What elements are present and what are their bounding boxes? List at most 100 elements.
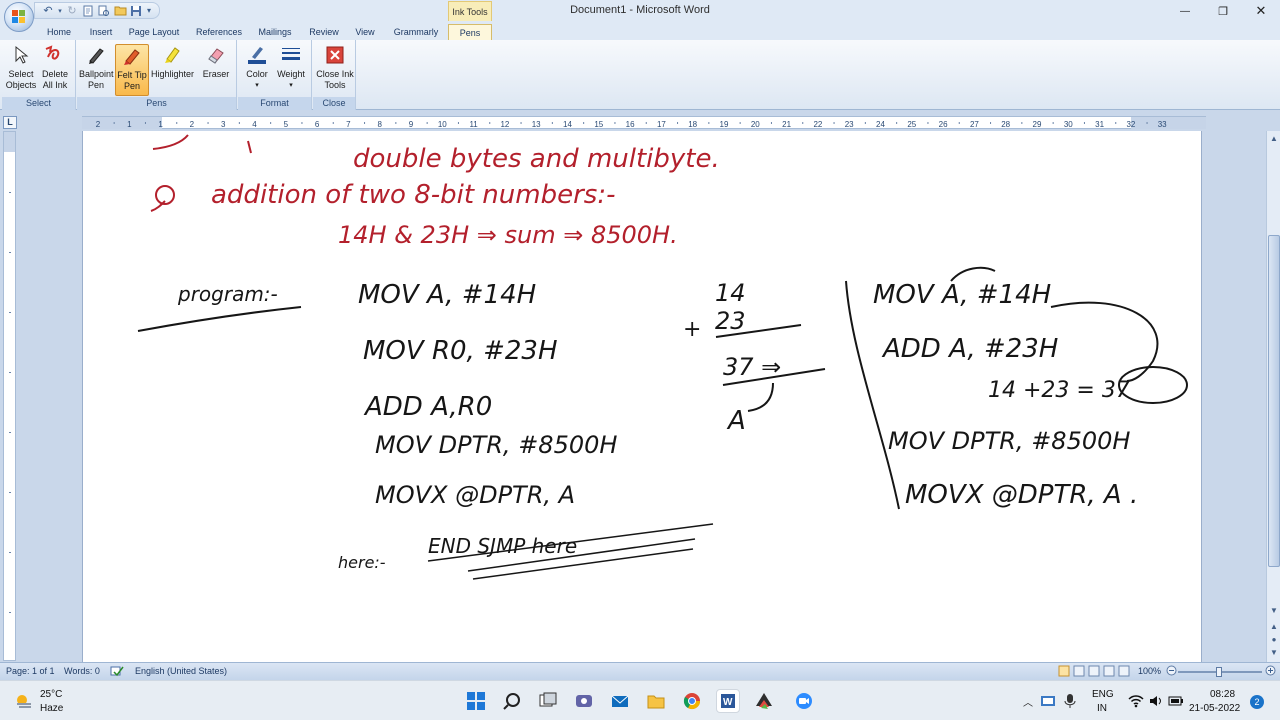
weather-description[interactable]: Haze <box>40 703 63 714</box>
close-button[interactable]: ✕ <box>1242 0 1280 22</box>
next-page-icon[interactable]: ▼ <box>1268 647 1280 659</box>
ruler-tick-mark <box>1052 122 1054 124</box>
close-ink-tools-button[interactable]: Close Ink Tools <box>315 44 355 96</box>
outline-view-icon[interactable] <box>1103 665 1115 677</box>
clock-date[interactable]: 21-05-2022 <box>1189 703 1240 714</box>
group-format: Color ▾ Weight ▾ Format <box>238 40 312 110</box>
ruler-tick-label: 23 <box>845 120 854 129</box>
teams-chat-icon[interactable] <box>572 689 596 713</box>
ink-sum-plus: + <box>683 317 701 342</box>
undo-icon[interactable]: ↶ <box>41 4 55 18</box>
notification-badge[interactable]: 2 <box>1250 695 1264 709</box>
new-document-icon[interactable] <box>81 4 95 18</box>
language-indicator[interactable]: English (United States) <box>135 666 227 676</box>
start-windows-icon[interactable] <box>464 689 488 713</box>
task-view-icon[interactable] <box>536 689 560 713</box>
input-language-line1[interactable]: ENG <box>1092 689 1114 700</box>
zoom-level[interactable]: 100% <box>1138 666 1161 676</box>
group-pens: Ballpoint Pen Felt Tip Pen Highlighter E… <box>77 40 237 110</box>
tab-mailings[interactable]: Mailings <box>254 24 296 40</box>
vertical-scrollbar[interactable]: ▲ ▼ ▲ ● ▼ <box>1266 131 1280 662</box>
felt-tip-pen-button[interactable]: Felt Tip Pen <box>115 44 149 96</box>
tab-review[interactable]: Review <box>306 24 342 40</box>
zoom-slider[interactable] <box>1178 667 1262 677</box>
page-count[interactable]: Page: 1 of 1 <box>6 666 55 676</box>
ruler-tick-mark <box>739 122 741 124</box>
redo-icon[interactable]: ↻ <box>65 4 79 18</box>
ballpoint-pen-button[interactable]: Ballpoint Pen <box>79 44 114 96</box>
tab-page-layout[interactable]: Page Layout <box>126 24 182 40</box>
ballpoint-pen-icon <box>84 44 108 66</box>
tab-home[interactable]: Home <box>42 24 76 40</box>
file-explorer-icon[interactable] <box>644 689 668 713</box>
tab-grammarly[interactable]: Grammarly <box>390 24 442 40</box>
zoom-slider-knob[interactable] <box>1216 667 1222 677</box>
battery-icon[interactable] <box>1164 689 1188 713</box>
ruler-tick-label: 25 <box>907 120 916 129</box>
weather-temperature[interactable]: 25°C <box>40 689 62 700</box>
document-area[interactable]: double bytes and multibyte. addition of … <box>18 131 1266 662</box>
restore-button[interactable]: ❐ <box>1204 0 1242 22</box>
undo-dropdown-icon[interactable]: ▾ <box>57 4 63 18</box>
ruler-tick-label: 21 <box>782 120 791 129</box>
word-taskbar-icon[interactable]: W <box>716 689 740 713</box>
full-screen-reading-view-icon[interactable] <box>1073 665 1085 677</box>
minimize-button[interactable]: — <box>1166 0 1204 22</box>
ruler-tick-mark <box>990 122 992 124</box>
proofing-icon[interactable] <box>110 665 124 679</box>
zoom-in-icon[interactable] <box>1265 665 1276 678</box>
zoom-app-icon[interactable] <box>792 689 816 713</box>
print-preview-icon[interactable] <box>97 4 111 18</box>
ruler-tick-mark <box>551 122 553 124</box>
ruler-tick-mark <box>864 122 866 124</box>
weather-icon[interactable] <box>12 689 36 713</box>
ruler-tick-label: 1 <box>158 120 163 129</box>
ruler-tick-mark <box>395 122 397 124</box>
delete-all-ink-button[interactable]: Delete All Ink <box>38 44 72 96</box>
microphone-icon[interactable] <box>1058 689 1082 713</box>
search-icon[interactable] <box>500 689 524 713</box>
ribbon-tabs: Home Insert Page Layout References Maili… <box>0 22 1280 40</box>
word-count[interactable]: Words: 0 <box>64 666 100 676</box>
inkscape-icon[interactable] <box>752 689 776 713</box>
tab-view[interactable]: View <box>350 24 380 40</box>
weight-button[interactable]: Weight ▾ <box>274 44 308 96</box>
vertical-ruler[interactable] <box>3 131 16 661</box>
tab-insert[interactable]: Insert <box>84 24 118 40</box>
print-layout-view-icon[interactable] <box>1058 665 1070 677</box>
chrome-icon[interactable] <box>680 689 704 713</box>
save-icon[interactable] <box>129 4 143 18</box>
tab-selector[interactable]: L <box>3 116 17 129</box>
horizontal-ruler[interactable]: 2 1 1 2 3 4 5 6 7 8 9 10 11 12 13 14 15 16 17 18 19 20 21 22 23 2… <box>82 116 1206 129</box>
color-button[interactable]: Color ▾ <box>240 44 274 96</box>
browse-object-icon[interactable]: ● <box>1268 634 1280 646</box>
zoom-out-icon[interactable] <box>1166 665 1177 678</box>
scrollbar-thumb[interactable] <box>1268 235 1280 567</box>
ruler-tick-label: 12 <box>500 120 509 129</box>
previous-page-icon[interactable]: ▲ <box>1268 621 1280 633</box>
tray-app-icon[interactable] <box>1036 689 1060 713</box>
tab-pens[interactable]: Pens <box>448 24 492 40</box>
scroll-down-icon[interactable]: ▼ <box>1268 605 1280 617</box>
highlighter-button[interactable]: Highlighter <box>151 44 194 96</box>
select-objects-button[interactable]: Select Objects <box>4 44 38 96</box>
group-label-pens: Pens <box>77 97 236 110</box>
eraser-button[interactable]: Eraser <box>199 44 233 96</box>
open-folder-icon[interactable] <box>113 4 127 18</box>
ruler-tick-label: 20 <box>751 120 760 129</box>
input-language-line2[interactable]: IN <box>1097 703 1107 714</box>
ruler-tick-mark <box>238 122 240 124</box>
customize-qat-icon[interactable]: ▾ <box>145 4 153 18</box>
mail-icon[interactable] <box>608 689 632 713</box>
tab-references[interactable]: References <box>192 24 246 40</box>
ruler-tick-mark <box>1115 122 1117 124</box>
clock-time[interactable]: 08:28 <box>1210 689 1235 700</box>
document-page[interactable]: double bytes and multibyte. addition of … <box>82 131 1202 662</box>
scroll-up-icon[interactable]: ▲ <box>1268 133 1280 145</box>
office-button[interactable] <box>4 2 34 32</box>
draft-view-icon[interactable] <box>1118 665 1130 677</box>
ink-drawing: double bytes and multibyte. addition of … <box>137 134 1188 580</box>
ruler-tick-mark <box>958 122 960 124</box>
web-layout-view-icon[interactable] <box>1088 665 1100 677</box>
ink-right-line-5: MOVX @DPTR, A . <box>905 480 1138 510</box>
